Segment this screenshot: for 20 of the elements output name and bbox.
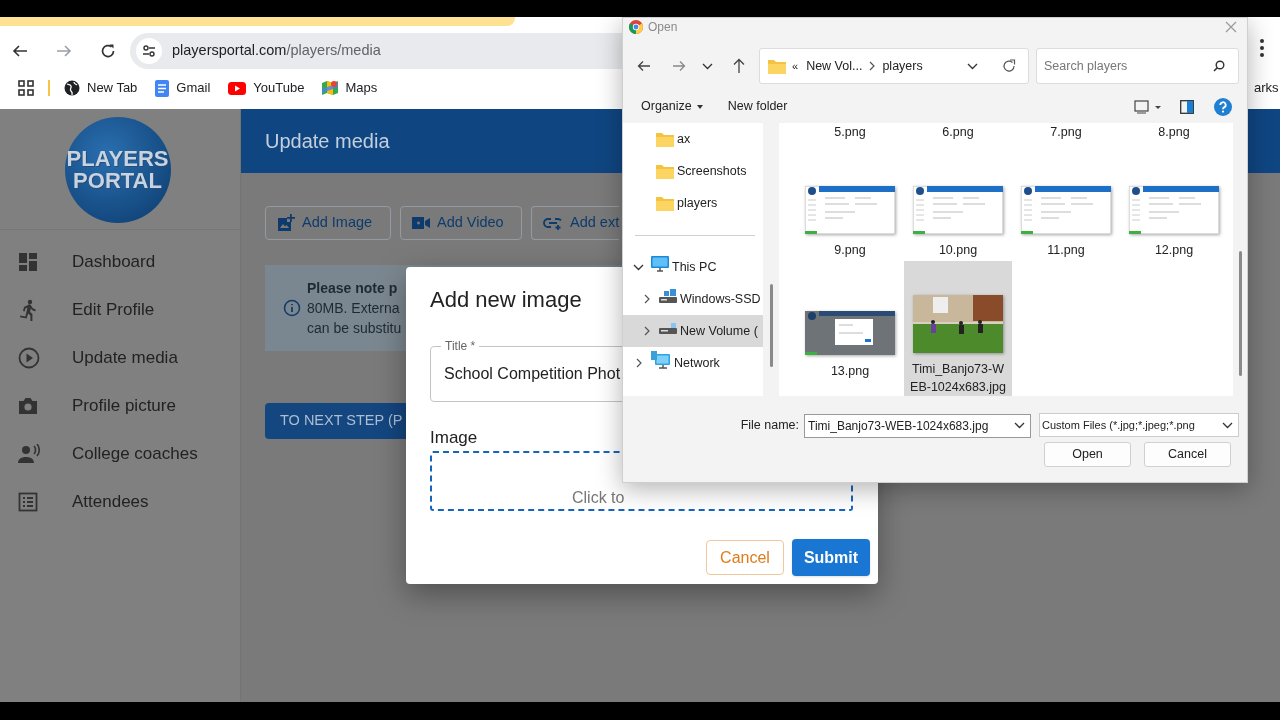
image-label: Image [430,427,478,449]
file-name: 6.png [941,124,975,141]
dialog-title: Add new image [430,286,582,314]
file-name: 5.png [833,124,867,141]
file-name: Timi_Banjo73-WEB-1024x683.jpg [909,361,1007,396]
file-name: 11.png [1046,242,1086,259]
field-label: Title * [441,339,480,353]
field-value: School Competition Phot [444,364,621,384]
file-name: 10.png [937,242,979,259]
logo-text: PLAYERS [66,148,169,170]
logo-text: PORTAL [73,170,162,192]
file-name: 13.png [829,363,871,380]
dropzone-text: Click to [572,489,625,507]
file-name-label: File name: [739,416,799,434]
notice-text: Please note p 80MB. Externa can be substitu [307,279,402,338]
file-name: 8.png [1157,124,1191,141]
page-title: Update media [265,129,390,154]
file-name: 12.png [1153,242,1195,259]
file-name: 7.png [1049,124,1083,141]
file-name: 9.png [833,242,867,259]
